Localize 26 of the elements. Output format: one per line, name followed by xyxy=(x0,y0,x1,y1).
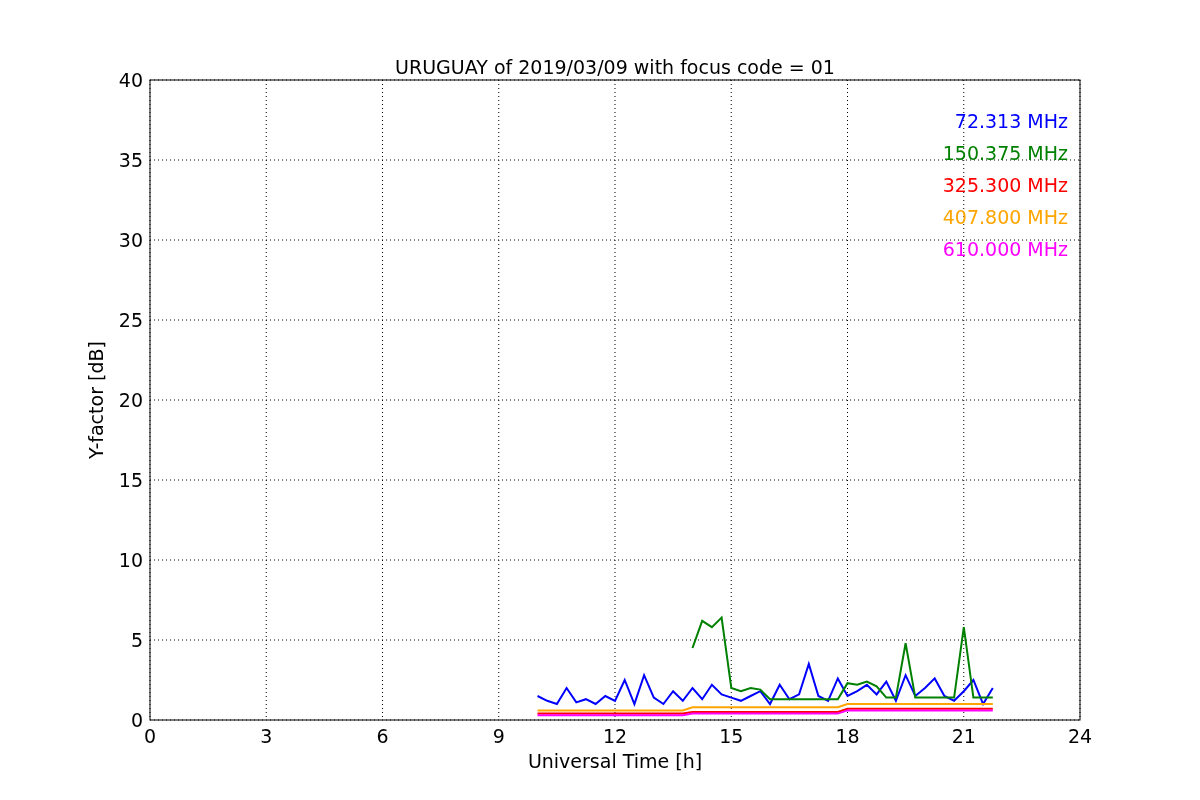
x-tick-label: 18 xyxy=(835,725,860,747)
x-tick-label: 0 xyxy=(143,725,157,747)
y-tick-label: 0 xyxy=(130,709,143,731)
y-tick-label: 20 xyxy=(118,389,143,411)
legend-label: 610.000 MHz xyxy=(942,238,1068,260)
y-tick-label: 35 xyxy=(118,149,143,171)
x-tick-label: 24 xyxy=(1067,725,1093,747)
y-tick-label: 30 xyxy=(118,229,143,251)
legend-label: 72.313 MHz xyxy=(954,110,1068,132)
x-axis-label: Universal Time [h] xyxy=(527,750,703,772)
y-tick-label: 15 xyxy=(118,469,143,491)
x-tick-label: 15 xyxy=(719,725,744,747)
legend-label: 325.300 MHz xyxy=(942,174,1068,196)
x-tick-label: 12 xyxy=(602,725,628,747)
y-tick-label: 25 xyxy=(118,309,143,331)
y-tick-label: 10 xyxy=(118,549,143,571)
legend-label: 150.375 MHz xyxy=(942,142,1068,164)
y-tick-label: 40 xyxy=(118,69,143,91)
x-tick-label: 21 xyxy=(951,725,976,747)
y-axis-label: Y-factor [dB] xyxy=(85,341,107,459)
x-tick-label: 9 xyxy=(492,725,505,747)
chart-title: URUGUAY of 2019/03/09 with focus code = 01 xyxy=(395,56,835,78)
x-tick-label: 3 xyxy=(260,725,273,747)
legend-label: 407.800 MHz xyxy=(942,206,1068,228)
x-tick-label: 6 xyxy=(376,725,389,747)
y-tick-label: 5 xyxy=(130,629,143,651)
